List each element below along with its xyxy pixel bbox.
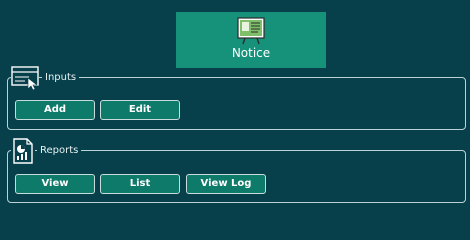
view-log-button[interactable]: View Log xyxy=(186,174,266,194)
view-button[interactable]: View xyxy=(15,174,95,194)
inputs-label: Inputs xyxy=(42,72,80,84)
page-title: Notice xyxy=(231,46,271,60)
reports-label: Reports xyxy=(37,145,82,157)
form-input-icon xyxy=(11,66,39,90)
notice-tile[interactable]: Notice xyxy=(176,12,326,68)
edit-button[interactable]: Edit xyxy=(100,100,180,120)
notice-board-icon xyxy=(237,17,265,45)
report-document-icon xyxy=(11,138,35,164)
add-button[interactable]: Add xyxy=(15,100,95,120)
list-button[interactable]: List xyxy=(100,174,180,194)
